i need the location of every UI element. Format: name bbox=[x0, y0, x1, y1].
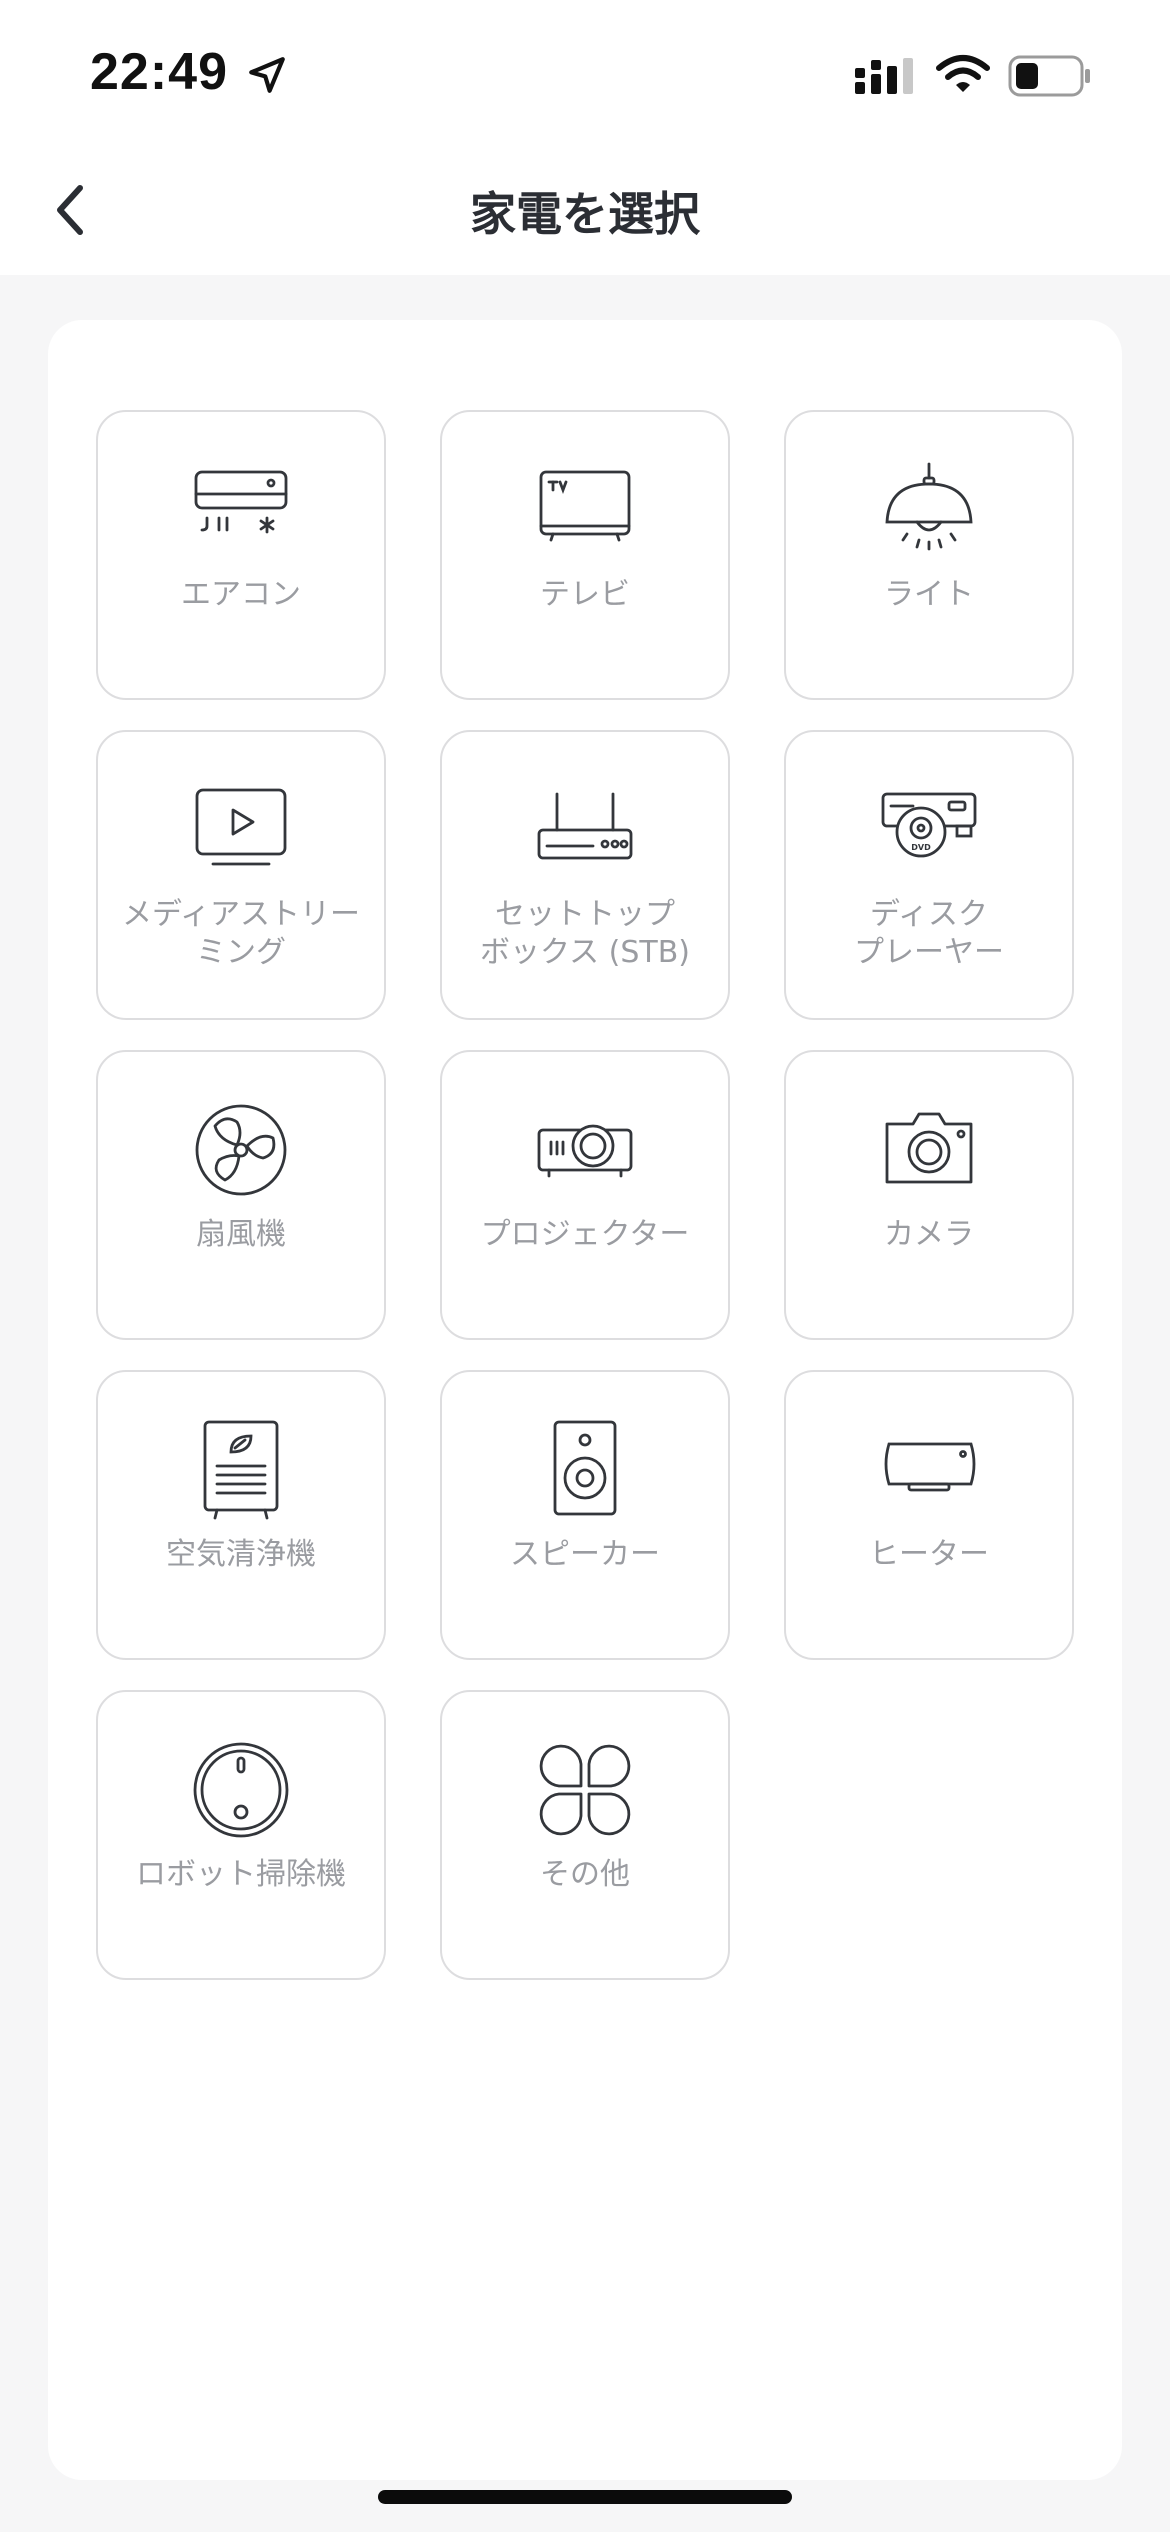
appliance-label: プロジェクター bbox=[480, 1217, 690, 1252]
svg-text:DVD: DVD bbox=[911, 843, 931, 852]
appliance-tile-air-conditioner[interactable]: エアコン bbox=[96, 410, 386, 700]
appliance-tile-set-top-box[interactable]: セットトップ ボックス (STB) bbox=[440, 730, 730, 1020]
location-arrow-icon bbox=[249, 57, 285, 93]
speaker-icon bbox=[553, 1420, 617, 1516]
navigation-bar: 家電を選択 bbox=[0, 140, 1170, 275]
appliance-panel: エアコン テレビ ライト メディアストリー ミング セットトップ ボックス (S… bbox=[48, 320, 1122, 2480]
media-streaming-icon bbox=[195, 788, 287, 866]
status-bar: 22:49 bbox=[0, 0, 1170, 150]
appliance-label: ヒーター bbox=[869, 1537, 989, 1572]
appliance-label: テレビ bbox=[540, 577, 630, 612]
appliance-tile-speaker[interactable]: スピーカー bbox=[440, 1370, 730, 1660]
appliance-label: エアコン bbox=[181, 577, 301, 612]
page-title: 家電を選択 bbox=[470, 187, 700, 241]
appliance-label: ロボット掃除機 bbox=[136, 1857, 346, 1892]
appliance-label: 空気清浄機 bbox=[166, 1537, 316, 1572]
home-indicator[interactable] bbox=[378, 2490, 792, 2504]
tv-icon bbox=[539, 470, 631, 542]
appliance-tile-tv[interactable]: テレビ bbox=[440, 410, 730, 700]
appliance-tile-heater[interactable]: ヒーター bbox=[784, 1370, 1074, 1660]
light-icon bbox=[885, 462, 973, 551]
cellular-signal-icon bbox=[855, 58, 913, 94]
appliance-tile-air-purifier[interactable]: 空気清浄機 bbox=[96, 1370, 386, 1660]
air-conditioner-icon bbox=[194, 470, 288, 534]
robot-vacuum-icon bbox=[193, 1742, 289, 1838]
appliance-label: セットトップ ボックス (STB) bbox=[480, 897, 690, 970]
appliance-tile-disc-player[interactable]: DVD ディスク プレーヤー bbox=[784, 730, 1074, 1020]
heater-icon bbox=[884, 1442, 976, 1492]
wifi-icon bbox=[936, 55, 990, 92]
projector-icon bbox=[537, 1124, 633, 1178]
appliance-label: 扇風機 bbox=[196, 1217, 286, 1252]
air-purifier-icon bbox=[203, 1420, 279, 1520]
appliance-tile-fan[interactable]: 扇風機 bbox=[96, 1050, 386, 1340]
battery-icon bbox=[1008, 55, 1090, 97]
appliance-tile-camera[interactable]: カメラ bbox=[784, 1050, 1074, 1340]
appliance-grid: エアコン テレビ ライト メディアストリー ミング セットトップ ボックス (S… bbox=[96, 410, 1074, 1980]
fan-icon bbox=[195, 1104, 287, 1196]
set-top-box-icon bbox=[537, 792, 633, 860]
camera-icon bbox=[885, 1112, 973, 1184]
appliance-tile-robot-vacuum[interactable]: ロボット掃除機 bbox=[96, 1690, 386, 1980]
other-icon bbox=[539, 1744, 631, 1836]
appliance-label: スピーカー bbox=[510, 1537, 660, 1572]
disc-player-icon: DVD bbox=[881, 792, 977, 858]
appliance-tile-light[interactable]: ライト bbox=[784, 410, 1074, 700]
appliance-label: カメラ bbox=[884, 1217, 974, 1252]
appliance-label: ライト bbox=[884, 577, 974, 612]
appliance-label: ディスク プレーヤー bbox=[854, 897, 1004, 970]
appliance-tile-other[interactable]: その他 bbox=[440, 1690, 730, 1980]
appliance-tile-media-streaming[interactable]: メディアストリー ミング bbox=[96, 730, 386, 1020]
appliance-label: その他 bbox=[540, 1857, 630, 1892]
status-time: 22:49 bbox=[90, 43, 228, 101]
appliance-tile-projector[interactable]: プロジェクター bbox=[440, 1050, 730, 1340]
appliance-label: メディアストリー ミング bbox=[122, 897, 360, 970]
